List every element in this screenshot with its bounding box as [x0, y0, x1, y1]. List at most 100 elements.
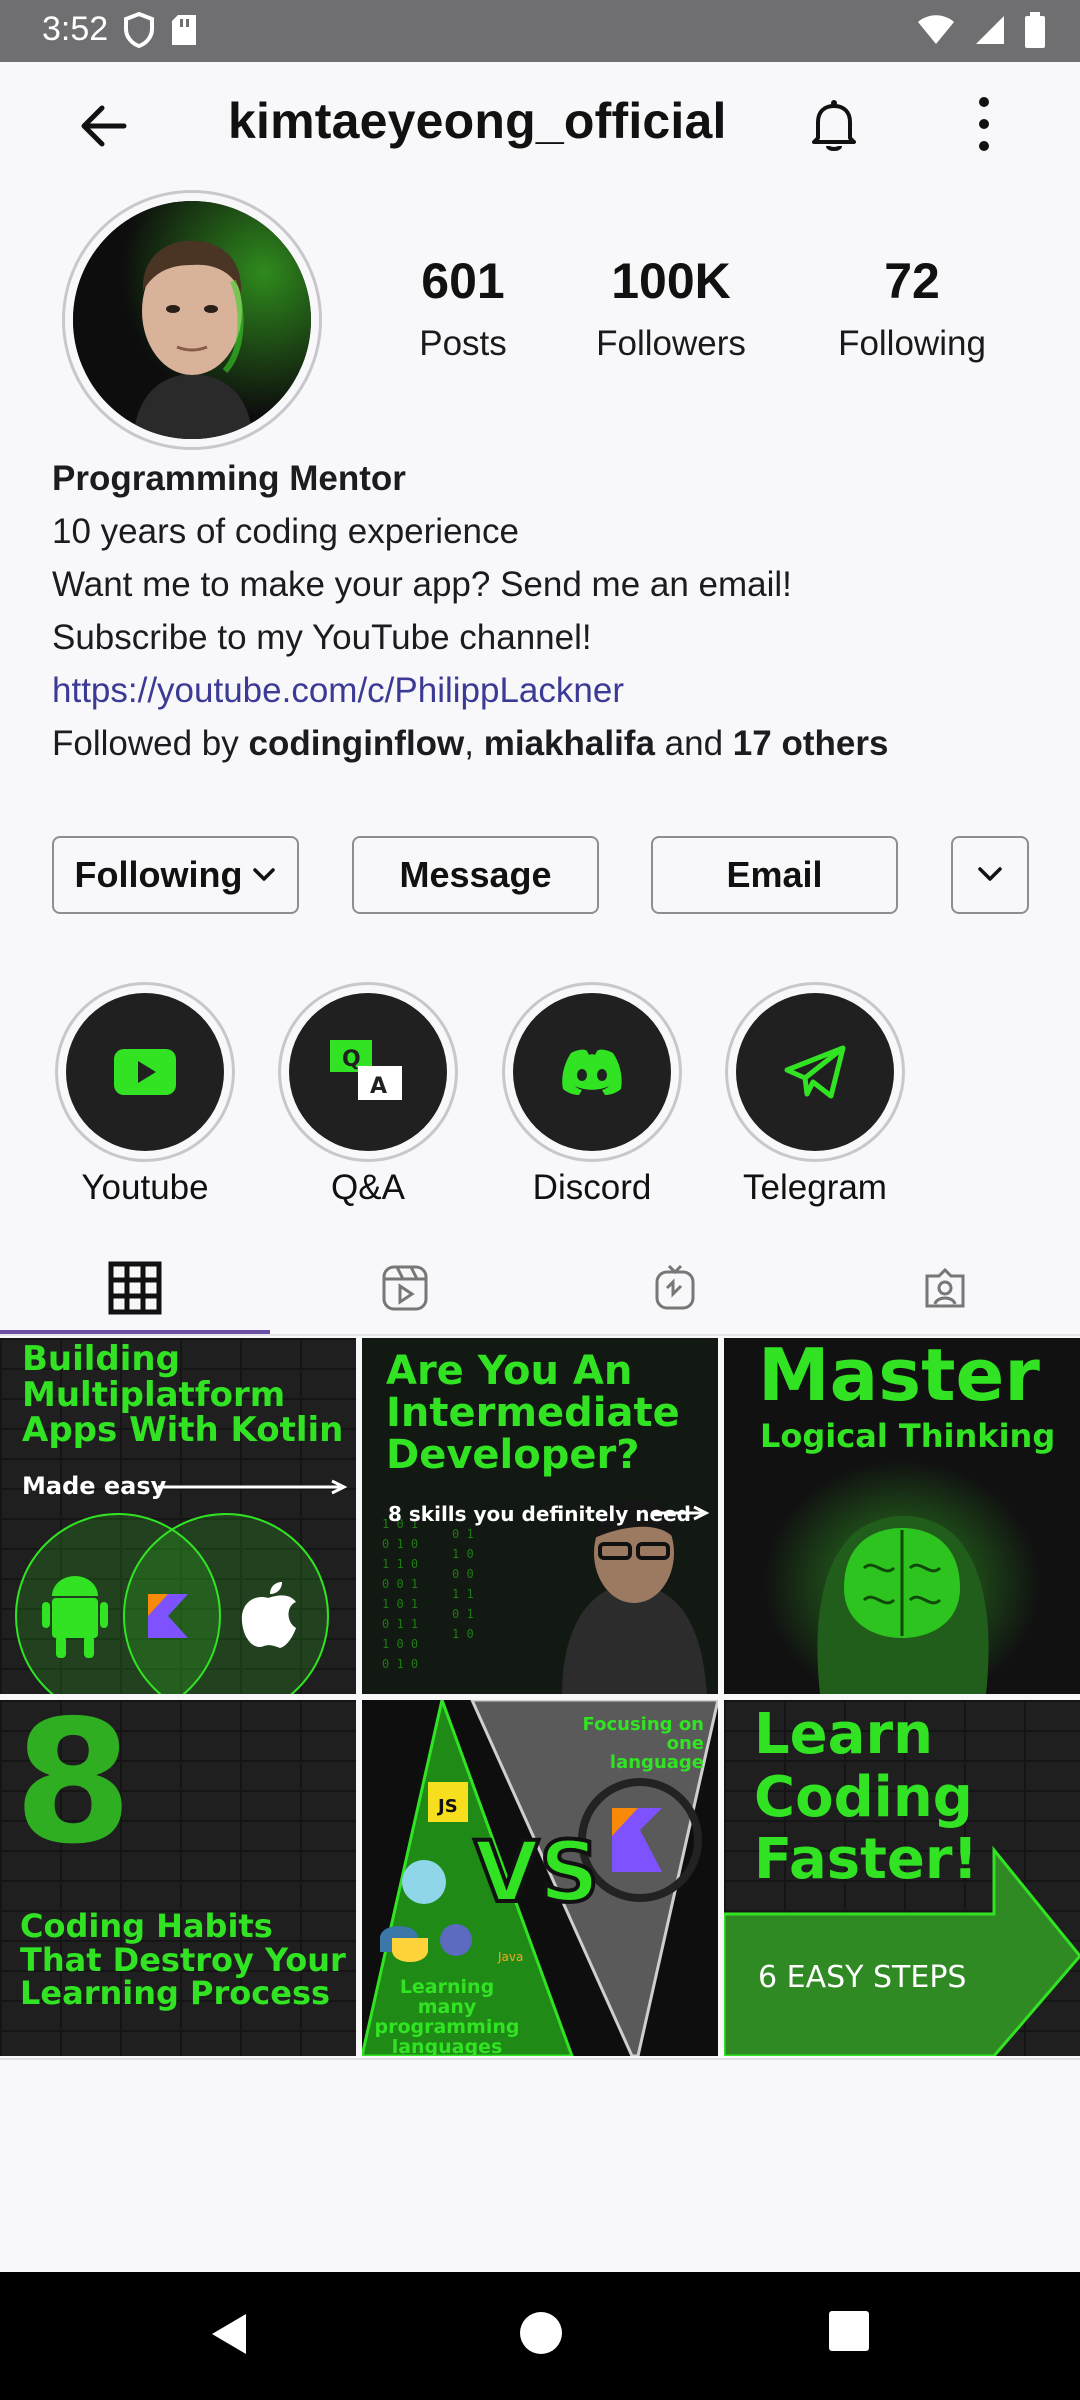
post-3-title: Master	[758, 1338, 1040, 1417]
svg-text:Q: Q	[342, 1047, 361, 1072]
question-answer-icon: QA	[330, 1040, 402, 1100]
posts-count: 601	[421, 253, 505, 309]
post-1-subtitle: Made easy	[22, 1472, 167, 1500]
following-count: 72	[884, 253, 940, 309]
post-4-number: 8	[14, 1700, 133, 1882]
wifi-icon	[918, 15, 954, 44]
post-tile-1[interactable]: Building Multiplatform Apps With Kotlin …	[0, 1338, 356, 1694]
post-tile-5[interactable]: Focusing on one language VS JS Java Lear…	[362, 1700, 718, 2056]
highlight-label: Telegram	[743, 1168, 887, 1207]
followers-label: Followers	[596, 324, 746, 363]
status-time: 3:52	[42, 10, 109, 48]
highlight-label: Youtube	[81, 1168, 209, 1207]
post-tile-4[interactable]: 8 Coding Habits That Destroy Your Learni…	[0, 1700, 356, 2056]
highlight-discord[interactable]: Discord	[502, 982, 682, 1208]
tab-igtv[interactable]	[540, 1240, 810, 1336]
avatar	[73, 201, 311, 439]
youtube-icon	[114, 1049, 176, 1095]
svg-text:1 1 0: 1 1 0	[382, 1557, 418, 1571]
svg-text:0 1 0: 0 1 0	[382, 1657, 418, 1671]
profile-bio: Programming Mentor 10 years of coding ex…	[52, 452, 1052, 770]
tabs-divider	[0, 1334, 1080, 1336]
tagged-person-icon	[925, 1267, 965, 1308]
followed-user-2: miakhalifa	[483, 724, 655, 763]
bio-line-3: Subscribe to my YouTube channel!	[52, 618, 592, 657]
post-6-subtitle: 6 EASY STEPS	[758, 1960, 967, 1995]
message-button-label: Message	[399, 854, 552, 895]
svg-text:0 0 1: 0 0 1	[382, 1577, 418, 1591]
svg-text:A: A	[370, 1074, 387, 1099]
highlight-telegram[interactable]: Telegram	[725, 982, 905, 1208]
more-options-icon[interactable]	[954, 92, 1014, 156]
svg-text:1 0 1: 1 0 1	[382, 1597, 418, 1611]
post-tile-3[interactable]: Master Logical Thinking	[724, 1338, 1080, 1694]
post-5-top-text: Focusing on one language	[582, 1714, 704, 1773]
bio-line-1: 10 years of coding experience	[52, 512, 519, 551]
following-button[interactable]: Following	[52, 836, 299, 914]
svg-text:1 0: 1 0	[452, 1627, 474, 1641]
profile-username: kimtaeyeong_official	[228, 93, 727, 149]
post-1-title: Building Multiplatform Apps With Kotlin	[22, 1339, 344, 1451]
svg-text:1 0: 1 0	[452, 1547, 474, 1561]
reels-icon	[382, 1265, 428, 1311]
tab-reels[interactable]	[270, 1240, 540, 1336]
following-stat[interactable]: 72 Following	[822, 256, 1002, 364]
suggested-accounts-button[interactable]	[951, 836, 1029, 914]
highlight-label: Q&A	[331, 1168, 405, 1207]
followed-separator: ,	[464, 724, 484, 763]
bio-link[interactable]: https://youtube.com/c/PhilippLackner	[52, 664, 1052, 717]
followers-stat[interactable]: 100K Followers	[586, 256, 756, 364]
profile-display-name: Programming Mentor	[52, 459, 406, 498]
followed-by-prefix: Followed by	[52, 724, 249, 763]
email-button[interactable]: Email	[651, 836, 898, 914]
post-tile-6[interactable]: Learn Coding Faster! 6 EASY STEPS	[724, 1700, 1080, 2056]
post-2-subtitle: 8 skills you definitely need	[388, 1502, 691, 1526]
nav-recents-icon[interactable]	[828, 2310, 870, 2352]
status-bar: 3:52	[0, 0, 1080, 62]
back-arrow-icon[interactable]	[74, 96, 134, 156]
arrow-right-icon	[654, 1505, 710, 1521]
grid-bottom-divider	[0, 2058, 1080, 2060]
tab-tagged[interactable]	[810, 1240, 1080, 1336]
following-label: Following	[838, 324, 986, 363]
tab-posts-grid[interactable]	[0, 1240, 270, 1336]
followed-user-1: codinginflow	[248, 724, 465, 763]
highlight-qa[interactable]: QA Q&A	[278, 982, 458, 1208]
system-navigation-bar	[0, 2272, 1080, 2400]
post-4-title: Coding Habits That Destroy Your Learning…	[20, 1907, 346, 2013]
svg-text:0 1 0: 0 1 0	[382, 1537, 418, 1551]
shield-icon	[124, 12, 154, 48]
profile-tabs	[0, 1240, 1080, 1336]
followers-count: 100K	[611, 253, 731, 309]
bell-icon[interactable]	[804, 94, 864, 154]
telegram-icon	[784, 1045, 846, 1099]
highlight-youtube[interactable]: Youtube	[55, 982, 235, 1208]
followed-by-line[interactable]: Followed by codinginflow, miakhalifa and…	[52, 717, 1052, 770]
bio-line-2: Want me to make your app? Send me an ema…	[52, 565, 792, 604]
discord-icon	[562, 1049, 622, 1095]
post-5-java: Java	[498, 1950, 524, 1964]
arrow-right-icon	[158, 1479, 348, 1495]
svg-text:0 1: 0 1	[452, 1607, 474, 1621]
svg-text:0 1 1: 0 1 1	[382, 1617, 418, 1631]
battery-icon	[1025, 12, 1045, 48]
message-button[interactable]: Message	[352, 836, 599, 914]
svg-text:1 0 0: 1 0 0	[382, 1637, 418, 1651]
nav-home-icon[interactable]	[518, 2310, 564, 2356]
chevron-down-icon	[978, 867, 1002, 881]
posts-label: Posts	[419, 324, 507, 363]
posts-stat[interactable]: 601 Posts	[398, 256, 528, 364]
svg-text:1 1: 1 1	[452, 1587, 474, 1601]
post-tile-2[interactable]: 1 0 10 1 01 1 00 0 11 0 10 1 11 0 00 1 0…	[362, 1338, 718, 1694]
post-5-js: JS	[438, 1796, 458, 1817]
followed-and: and	[654, 724, 733, 763]
svg-text:0 0: 0 0	[452, 1567, 474, 1581]
email-button-label: Email	[726, 854, 823, 895]
profile-avatar-ring[interactable]	[62, 190, 322, 450]
post-6-title: Learn Coding Faster!	[754, 1702, 978, 1893]
nav-back-icon[interactable]	[206, 2310, 250, 2358]
post-2-title: Are You An Intermediate Developer?	[386, 1348, 680, 1478]
following-button-label: Following	[74, 854, 243, 895]
chevron-down-icon	[253, 868, 276, 881]
igtv-icon	[655, 1264, 695, 1310]
